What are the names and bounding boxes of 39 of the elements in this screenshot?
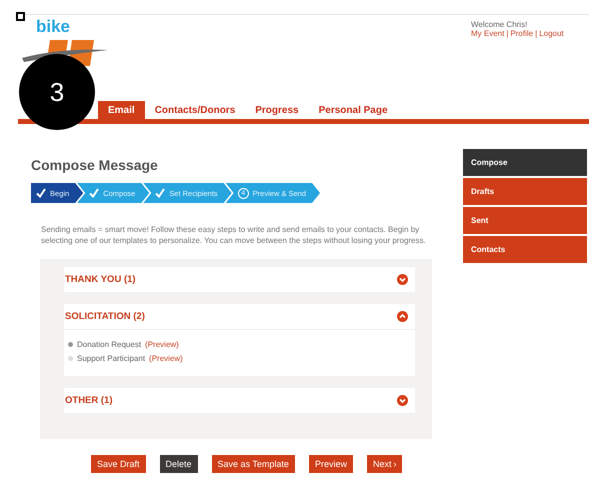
radio-button[interactable] — [68, 356, 73, 362]
action-button[interactable]: Next › — [366, 454, 402, 473]
account-link[interactable]: Logout — [539, 29, 564, 38]
intro-paragraph: Sending emails = smart move! Follow these easy steps to write and send emails to your contacts. Begin by selecting one of our templates to personalize. You can move between the steps without losing your progress. — [41, 225, 427, 247]
sidebar-item[interactable]: Drafts — [463, 178, 587, 205]
action-button[interactable]: Save as Template — [212, 454, 295, 473]
check-icon — [155, 188, 166, 198]
radio-button[interactable] — [68, 342, 73, 348]
preview-link[interactable]: (Preview) — [145, 338, 179, 352]
nav-tab[interactable]: Progress — [245, 101, 309, 119]
nav-tab[interactable]: Personal Page — [308, 101, 398, 119]
expand-icon — [397, 274, 408, 285]
square-marker-icon — [16, 12, 25, 21]
collapse-icon — [397, 310, 408, 322]
nav-tab[interactable]: Email — [98, 101, 145, 119]
action-button[interactable]: Save Draft — [91, 454, 146, 473]
section-header[interactable]: SOLICITATION (2) — [64, 304, 415, 329]
sidebar-item[interactable]: Contacts — [463, 236, 587, 263]
check-icon — [36, 188, 46, 198]
step-number-badge: 3 — [19, 54, 95, 130]
template-name: Donation Request — [77, 338, 142, 351]
preview-link[interactable]: (Preview) — [149, 352, 183, 366]
section-header[interactable]: OTHER (1) — [64, 388, 415, 413]
separator: | — [535, 29, 538, 38]
logo-text: bike — [36, 18, 72, 36]
action-button[interactable]: Preview — [308, 454, 353, 473]
welcome-text: Welcome Chris! — [471, 20, 528, 29]
account-link[interactable]: My Event — [471, 29, 504, 38]
nav-tab[interactable]: Contacts/Donors — [144, 101, 246, 119]
page-title: Compose Message — [31, 157, 159, 173]
check-icon — [89, 188, 100, 198]
template-name: Support Participant — [77, 352, 146, 365]
expand-icon — [397, 394, 408, 406]
section-header[interactable]: THANK YOU (1) — [64, 266, 415, 292]
account-link[interactable]: Profile — [510, 29, 534, 38]
action-button[interactable]: Delete — [160, 454, 198, 473]
sidebar-item[interactable]: Sent — [463, 207, 587, 234]
separator: | — [506, 29, 508, 38]
sidebar-item[interactable]: Compose — [463, 149, 587, 176]
